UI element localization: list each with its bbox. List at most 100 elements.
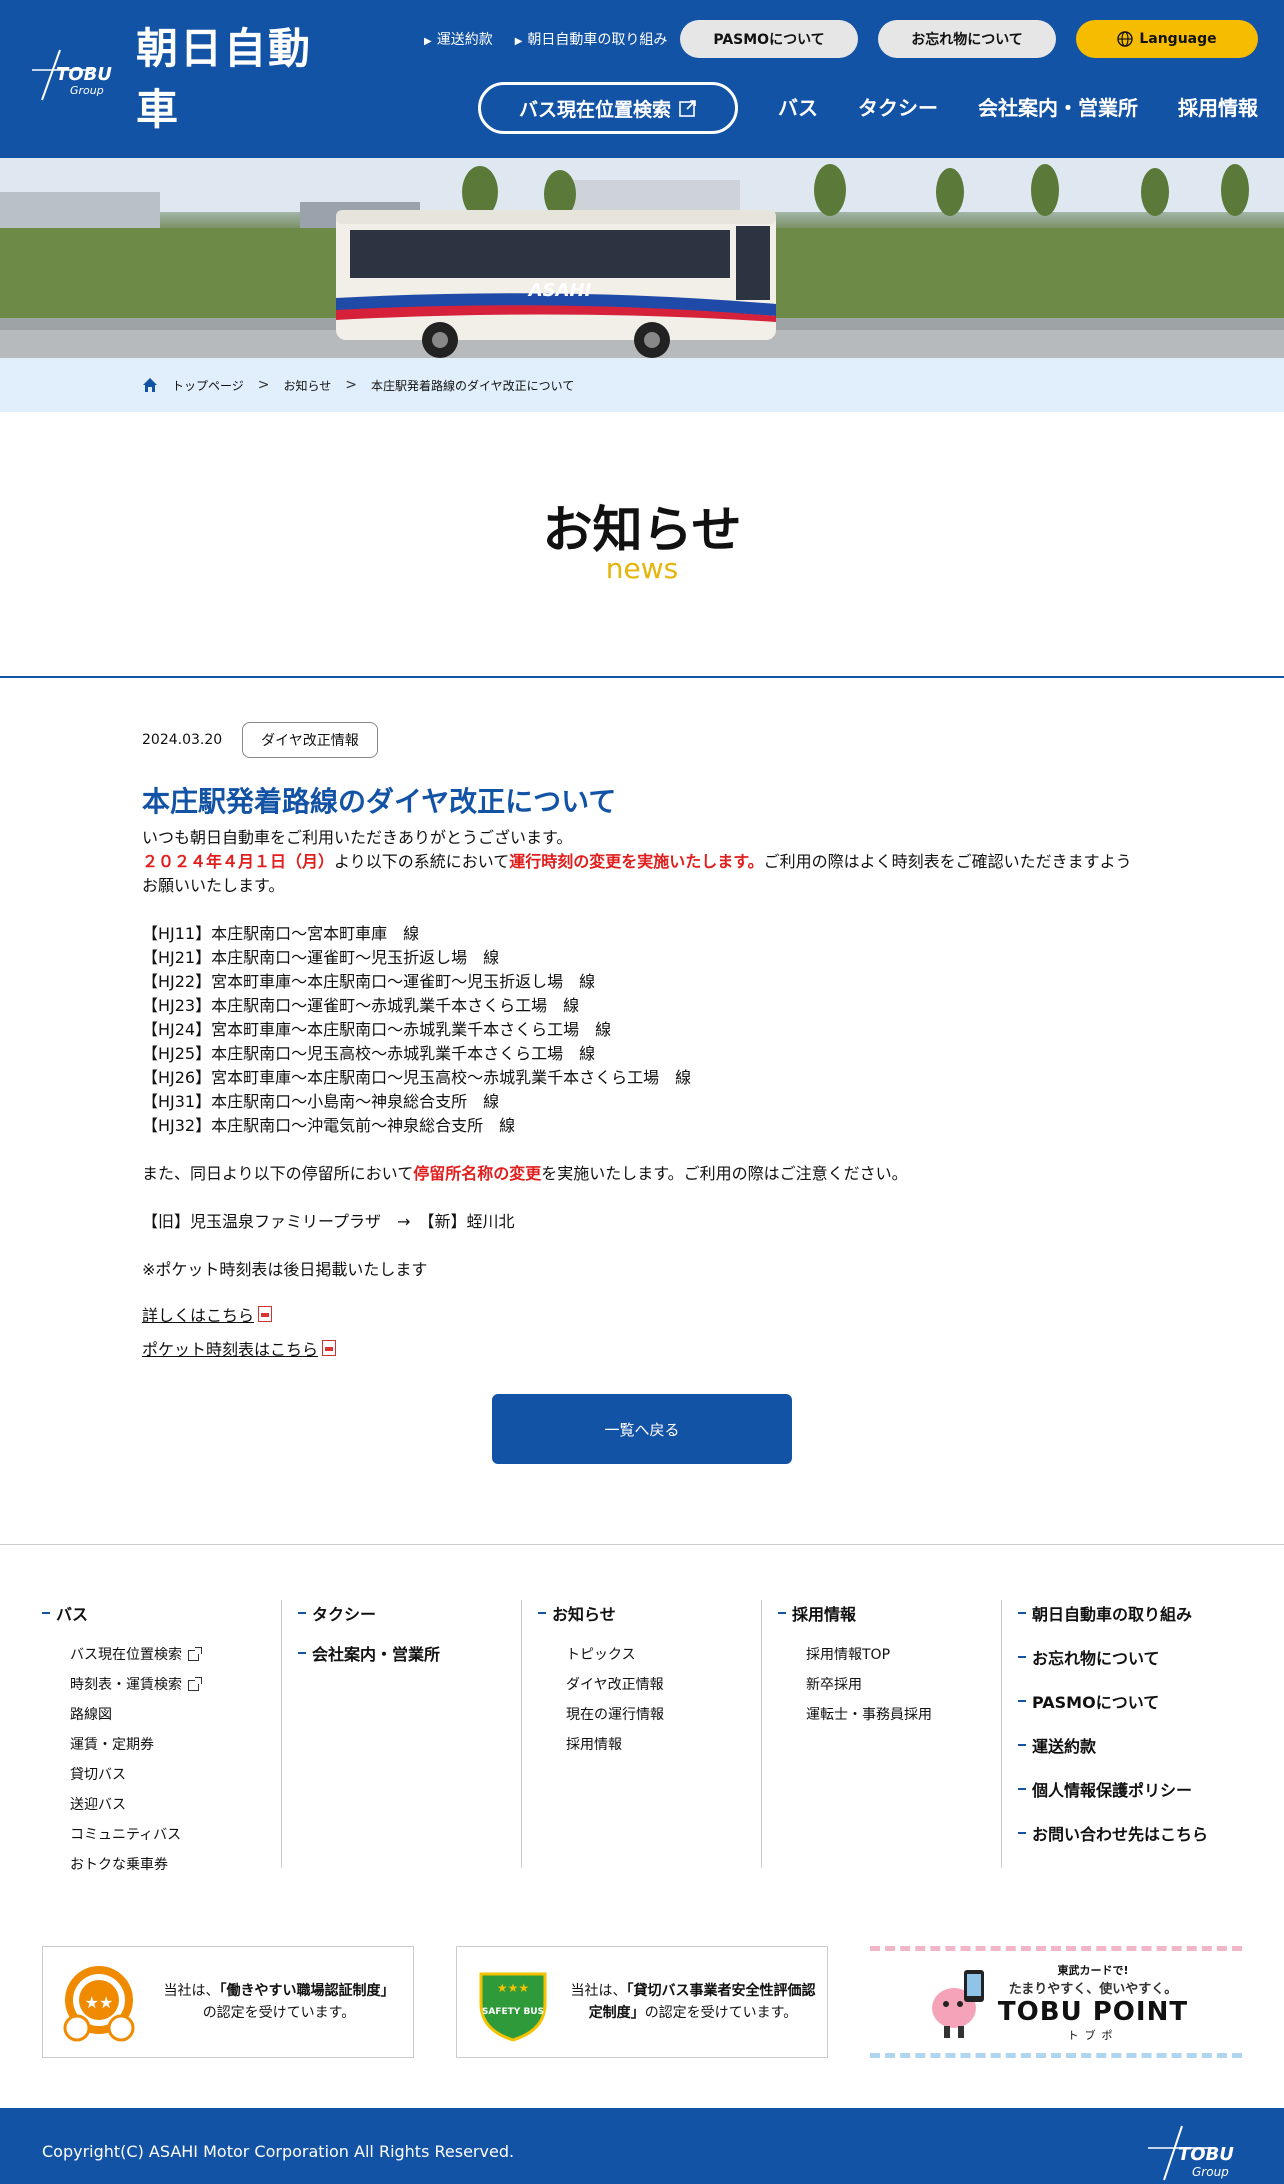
dash-icon [1018, 1788, 1026, 1790]
route-item: 【HJ31】本庄駅南口〜小島南〜神泉総合支所 線 [142, 1092, 500, 1111]
footer-link-tickets[interactable]: おトクな乗車券 [42, 1850, 281, 1880]
footer-heading-news[interactable]: お知らせ [538, 1600, 761, 1626]
language-label: Language [1139, 31, 1217, 47]
language-button[interactable]: Language [1076, 20, 1258, 58]
breadcrumb-separator: > [257, 377, 270, 393]
bus-label: ASAHI [527, 280, 592, 301]
footer-link-label: 個人情報保護ポリシー [1032, 1781, 1193, 1800]
footer-link-schedule-changes[interactable]: ダイヤ改正情報 [538, 1670, 761, 1700]
footer-heading-recruit[interactable]: 採用情報 [778, 1600, 1001, 1626]
footer-link-label: お問い合わせ先はこちら [1032, 1825, 1209, 1844]
footer-link-driver-staff[interactable]: 運転士・事務員採用 [778, 1700, 1001, 1730]
home-icon[interactable] [142, 377, 158, 393]
nav-company[interactable]: 会社案内・営業所 [978, 92, 1138, 121]
bus-illustration: ASAHI [336, 210, 776, 358]
pasmo-button[interactable]: PASMOについて [680, 20, 858, 58]
dash-icon [298, 1652, 306, 1654]
breadcrumb-home[interactable]: トップページ [172, 377, 244, 394]
article-date: 2024.03.20 [142, 732, 223, 748]
article-greeting: いつも朝日自動車をご利用いただきありがとうございます。 [142, 828, 573, 847]
badge2-pre: 当社は、 [570, 1983, 627, 1999]
footer-link-service-status[interactable]: 現在の運行情報 [538, 1700, 761, 1730]
article-intro: いつも朝日自動車をご利用いただきありがとうございます。 ２０２４年４月１日（月）… [142, 826, 1142, 898]
footer-link-pasmo[interactable]: PASMOについて [1018, 1688, 1252, 1714]
footer-link-community-bus[interactable]: コミュニティバス [42, 1820, 281, 1850]
route-item: 【HJ26】宮本町車庫〜本庄駅南口〜児玉高校〜赤城乳業千本さくら工場 線 [142, 1068, 692, 1087]
footer-link-bus-location[interactable]: バス現在位置検索 [42, 1640, 281, 1670]
hero-image: ASAHI [0, 158, 1284, 358]
tobu-point-banner[interactable]: 東武カードで! たまりやすく、使いやすく。 TOBU POINT トブポ [870, 1946, 1242, 2058]
footer-link-timetable[interactable]: 時刻表・運賃検索 [42, 1670, 281, 1700]
site-logo[interactable]: TOBU Group 朝日自動車 [32, 24, 352, 134]
route-list: 【HJ11】本庄駅南口〜宮本町車庫 線 【HJ21】本庄駅南口〜運雀町〜児玉折返… [142, 922, 691, 1138]
footer-link-lost-items[interactable]: お忘れ物について [1018, 1644, 1252, 1670]
footer-link-fares[interactable]: 運賃・定期券 [42, 1730, 281, 1760]
tobu-group-footer-logo-icon: TOBU Group [1148, 2125, 1234, 2181]
footer-heading-taxi[interactable]: タクシー [298, 1600, 521, 1626]
pdf-icon [258, 1306, 273, 1322]
bus-location-search-button[interactable]: バス現在位置検索 [478, 82, 738, 134]
nav-bus[interactable]: バス [778, 92, 818, 121]
workplace-certification-icon: ★★ [63, 1966, 135, 2042]
tobu-point-text: 東武カードで! たまりやすく、使いやすく。 TOBU POINT トブポ [998, 1962, 1188, 2043]
toplink-terms[interactable]: ▶ 運送約款 [424, 29, 493, 49]
article-category-tag[interactable]: ダイヤ改正情報 [242, 722, 378, 758]
footer-link-contact[interactable]: お問い合わせ先はこちら [1018, 1820, 1252, 1846]
nav-taxi[interactable]: タクシー [858, 92, 938, 121]
footer-heading-company[interactable]: 会社案内・営業所 [298, 1640, 521, 1666]
footer-heading-company-label: 会社案内・営業所 [312, 1645, 441, 1664]
breadcrumb: トップページ > お知らせ > 本庄駅発着路線のダイヤ改正について [0, 358, 1284, 412]
breadcrumb-news[interactable]: お知らせ [284, 377, 332, 394]
detail-pdf-label: 詳しくはこちら [142, 1306, 255, 1325]
route-item: 【HJ23】本庄駅南口〜運雀町〜赤城乳業千本さくら工場 線 [142, 996, 580, 1015]
site-header: TOBU Group 朝日自動車 ▶ 運送約款 ▶ 朝日自動車の取り組み PASMO… [0, 0, 1284, 158]
copyright-text: Copyright(C) ASAHI Motor Corporation All… [42, 2142, 515, 2161]
nav-recruit[interactable]: 採用情報 [1178, 92, 1258, 121]
stop-pre: また、同日より以下の停留所において [142, 1164, 414, 1183]
dash-icon [1018, 1832, 1026, 1834]
footer-link-label: バス現在位置検索 [70, 1647, 182, 1663]
workplace-certification-badge: ★★ 当社は、「働きやすい職場認証制度」 の認定を受けています。 [42, 1946, 414, 2058]
footer-link-initiatives[interactable]: 朝日自動車の取り組み [1018, 1600, 1252, 1626]
logo-text: 朝日自動車 [136, 24, 313, 134]
detail-pdf-link[interactable]: 詳しくはこちら [142, 1302, 273, 1326]
route-item: 【HJ11】本庄駅南口〜宮本町車庫 線 [142, 924, 420, 943]
footer-link-charter-bus[interactable]: 貸切バス [42, 1760, 281, 1790]
footer-link-topics[interactable]: トピックス [538, 1640, 761, 1670]
workplace-certification-text: 当社は、「働きやすい職場認証制度」 の認定を受けています。 [155, 1980, 413, 2024]
article-meta: 2024.03.20 ダイヤ改正情報 [142, 722, 378, 758]
back-to-list-button[interactable]: 一覧へ戻る [492, 1394, 792, 1464]
tobu-point-small: 東武カードで! [1057, 1963, 1129, 1977]
external-link-icon [188, 1676, 202, 1691]
tobu-point-tagline: たまりやすく、使いやすく。 [1008, 1981, 1178, 1997]
title-divider [0, 676, 1284, 678]
footer-col-links: 朝日自動車の取り組み お忘れ物について PASMOについて 運送約款 個人情報保… [1002, 1600, 1252, 1868]
tobu-point-title: TOBU POINT [997, 1996, 1189, 2027]
footer-link-recruit-top[interactable]: 採用情報TOP [778, 1640, 1001, 1670]
dash-icon [778, 1612, 786, 1614]
footer-link-label: PASMOについて [1032, 1693, 1160, 1712]
logo-mark-text: TOBU [56, 64, 112, 85]
footer-link-label: 運送約款 [1032, 1737, 1097, 1756]
stop-rename-detail: 【旧】児玉温泉ファミリープラザ → 【新】蛭川北 [142, 1212, 515, 1231]
footer-link-label: お忘れ物について [1032, 1649, 1160, 1668]
dash-icon [1018, 1656, 1026, 1658]
footer-link-new-grad[interactable]: 新卒採用 [778, 1670, 1001, 1700]
footer-heading-bus[interactable]: バス [42, 1600, 281, 1626]
effective-date: ２０２４年４月１日（月） [142, 852, 335, 871]
toplink-initiatives[interactable]: ▶ 朝日自動車の取り組み [515, 29, 668, 49]
page-subtitle: news [605, 552, 679, 585]
footer-link-route-map[interactable]: 路線図 [42, 1700, 281, 1730]
route-item: 【HJ25】本庄駅南口〜児玉高校〜赤城乳業千本さくら工場 線 [142, 1044, 596, 1063]
stop-post: を実施いたします。ご利用の際はご注意ください。 [541, 1164, 908, 1183]
footer-link-shuttle-bus[interactable]: 送迎バス [42, 1790, 281, 1820]
main-nav: バス タクシー 会社案内・営業所 採用情報 [778, 92, 1258, 121]
footer-link-recruit-news[interactable]: 採用情報 [538, 1730, 761, 1760]
footer-link-privacy[interactable]: 個人情報保護ポリシー [1018, 1776, 1252, 1802]
stop-rename-highlight: 停留所名称の変更 [413, 1164, 542, 1183]
pocket-timetable-pdf-link[interactable]: ポケット時刻表はこちら [142, 1336, 337, 1360]
intro-mid: より以下の系統において [334, 852, 510, 871]
dash-icon [1018, 1700, 1026, 1702]
lost-items-button[interactable]: お忘れ物について [878, 20, 1056, 58]
footer-link-terms[interactable]: 運送約款 [1018, 1732, 1252, 1758]
